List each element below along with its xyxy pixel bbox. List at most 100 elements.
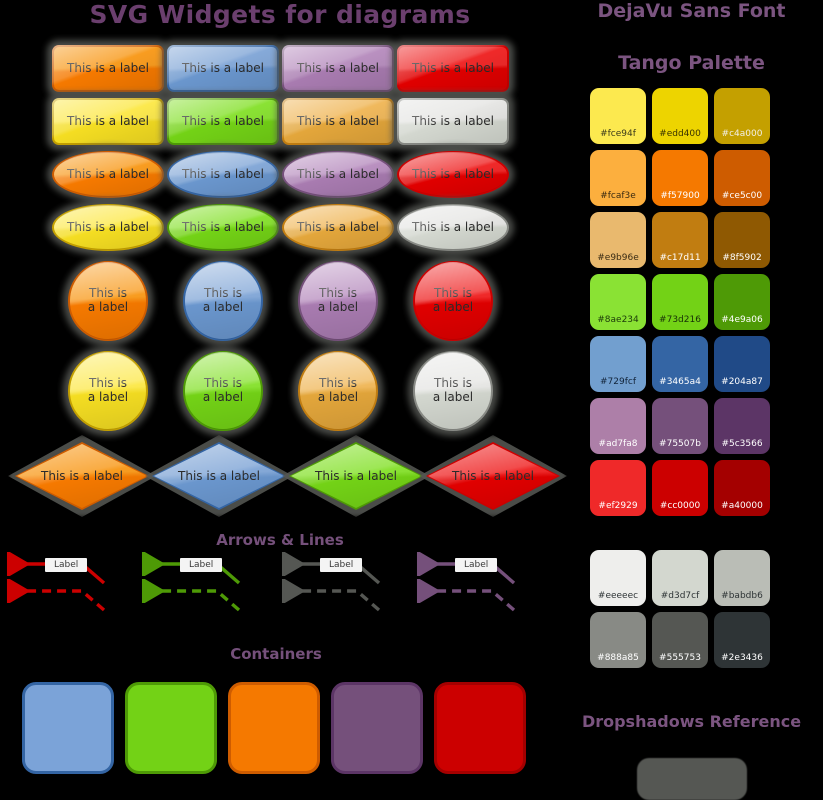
widget-label: This is a label: [452, 469, 534, 483]
widget-body: This is a label: [52, 151, 164, 198]
widget-diamond-green[interactable]: This is a label: [282, 435, 430, 517]
swatch-hex: #f57900: [660, 191, 700, 201]
widget-diamond-blue[interactable]: This is a label: [145, 435, 293, 517]
widget-label: This is a label: [182, 113, 264, 128]
widget-label: This is a label: [87, 286, 129, 314]
widget-el-green[interactable]: This is a label: [162, 199, 284, 256]
widget-el-tan[interactable]: This is a label: [277, 199, 399, 256]
swatch-5c3566[interactable]: #5c3566: [714, 398, 770, 454]
swatch-4e9a06[interactable]: #4e9a06: [714, 274, 770, 330]
widget-el-red[interactable]: This is a label: [392, 146, 514, 203]
widget-rr-orange[interactable]: This is a label: [47, 40, 169, 97]
swatch-fcaf3e[interactable]: #fcaf3e: [590, 150, 646, 206]
arrow-3-dashed[interactable]: [418, 591, 516, 612]
widget-body: This is a label: [397, 98, 509, 145]
widget-body: This is a label: [167, 204, 279, 251]
widget-el-orange[interactable]: This is a label: [47, 146, 169, 203]
swatch-hex: #75507b: [659, 439, 701, 449]
swatch-hex: #729fcf: [599, 377, 636, 387]
widget-label: This is a label: [412, 166, 494, 181]
widget-rr-purple[interactable]: This is a label: [277, 40, 399, 97]
swatch-d3d7cf[interactable]: #d3d7cf: [652, 550, 708, 606]
swatch-hex: #73d216: [659, 315, 701, 325]
widget-circle-purple[interactable]: This is a label: [293, 256, 383, 346]
swatch-hex: #a40000: [721, 501, 763, 511]
swatch-c17d11[interactable]: #c17d11: [652, 212, 708, 268]
container-green[interactable]: [125, 682, 217, 774]
swatch-hex: #555753: [659, 653, 701, 663]
swatch-ef2929[interactable]: #ef2929: [590, 460, 646, 516]
swatch-8ae234[interactable]: #8ae234: [590, 274, 646, 330]
swatch-hex: #5c3566: [721, 439, 763, 449]
swatch-2e3436[interactable]: #2e3436: [714, 612, 770, 668]
widget-el-grey[interactable]: This is a label: [392, 199, 514, 256]
widget-label: This is a label: [412, 60, 494, 75]
swatch-babdb6[interactable]: #babdb6: [714, 550, 770, 606]
widget-circle-orange[interactable]: This is a label: [63, 256, 153, 346]
arrow-label: Label: [455, 558, 498, 572]
widget-circle-yellow[interactable]: This is a label: [63, 346, 153, 436]
widget-body: This is a label: [183, 261, 263, 341]
swatch-888a85[interactable]: #888a85: [590, 612, 646, 668]
swatch-f57900[interactable]: #f57900: [652, 150, 708, 206]
widget-el-yellow[interactable]: This is a label: [47, 199, 169, 256]
swatch-hex: #2e3436: [721, 653, 763, 663]
widget-el-purple[interactable]: This is a label: [277, 146, 399, 203]
swatch-75507b[interactable]: #75507b: [652, 398, 708, 454]
swatch-hex: #fcaf3e: [600, 191, 636, 201]
widget-rr-red[interactable]: This is a label: [392, 40, 514, 97]
widget-label: This is a label: [202, 376, 244, 404]
arrows-and-lines: [0, 540, 516, 612]
widget-label: This is a label: [41, 469, 123, 483]
swatch-ce5c00[interactable]: #ce5c00: [714, 150, 770, 206]
swatch-hex: #c17d11: [659, 253, 701, 263]
container-orange[interactable]: [228, 682, 320, 774]
widget-rr-yellow[interactable]: This is a label: [47, 93, 169, 150]
swatch-3465a4[interactable]: #3465a4: [652, 336, 708, 392]
widget-circle-tan[interactable]: This is a label: [293, 346, 383, 436]
arrow-0-dashed[interactable]: [8, 591, 106, 612]
widget-rr-grey[interactable]: This is a label: [392, 93, 514, 150]
widget-body: This is a label: [167, 151, 279, 198]
font-title: DejaVu Sans Font: [597, 0, 786, 22]
swatch-204a87[interactable]: #204a87: [714, 336, 770, 392]
swatch-73d216[interactable]: #73d216: [652, 274, 708, 330]
swatch-cc0000[interactable]: #cc0000: [652, 460, 708, 516]
swatch-edd400[interactable]: #edd400: [652, 88, 708, 144]
widget-rr-green[interactable]: This is a label: [162, 93, 284, 150]
swatch-c4a000[interactable]: #c4a000: [714, 88, 770, 144]
widget-circle-blue[interactable]: This is a label: [178, 256, 268, 346]
widget-body: This is a label: [397, 45, 509, 92]
widget-circle-green[interactable]: This is a label: [178, 346, 268, 436]
widget-circle-grey[interactable]: This is a label: [408, 346, 498, 436]
widget-diamond-red[interactable]: This is a label: [419, 435, 567, 517]
swatch-555753[interactable]: #555753: [652, 612, 708, 668]
swatch-e9b96e[interactable]: #e9b96e: [590, 212, 646, 268]
widget-body: This is a label: [282, 98, 394, 145]
arrow-2-dashed[interactable]: [283, 591, 381, 612]
container-blue[interactable]: [22, 682, 114, 774]
swatch-eeeeec[interactable]: #eeeeec: [590, 550, 646, 606]
widget-diamond-orange[interactable]: This is a label: [8, 435, 156, 517]
widget-el-blue[interactable]: This is a label: [162, 146, 284, 203]
widget-body: This is a label: [397, 151, 509, 198]
swatch-729fcf[interactable]: #729fcf: [590, 336, 646, 392]
widget-body: This is a label: [282, 151, 394, 198]
widget-circle-red[interactable]: This is a label: [408, 256, 498, 346]
container-red[interactable]: [434, 682, 526, 774]
widget-rr-tan[interactable]: This is a label: [277, 93, 399, 150]
widget-rr-blue[interactable]: This is a label: [162, 40, 284, 97]
arrow-1-dashed[interactable]: [143, 591, 241, 612]
widget-body: This is a label: [52, 204, 164, 251]
swatch-hex: #888a85: [597, 653, 639, 663]
widget-label: This is a label: [67, 166, 149, 181]
swatch-fce94f[interactable]: #fce94f: [590, 88, 646, 144]
arrow-label: Label: [45, 558, 88, 572]
swatch-8f5902[interactable]: #8f5902: [714, 212, 770, 268]
container-purple[interactable]: [331, 682, 423, 774]
widget-body: This is a label: [167, 98, 279, 145]
swatch-ad7fa8[interactable]: #ad7fa8: [590, 398, 646, 454]
swatch-hex: #8f5902: [722, 253, 762, 263]
swatch-a40000[interactable]: #a40000: [714, 460, 770, 516]
swatch-hex: #babdb6: [721, 591, 763, 601]
